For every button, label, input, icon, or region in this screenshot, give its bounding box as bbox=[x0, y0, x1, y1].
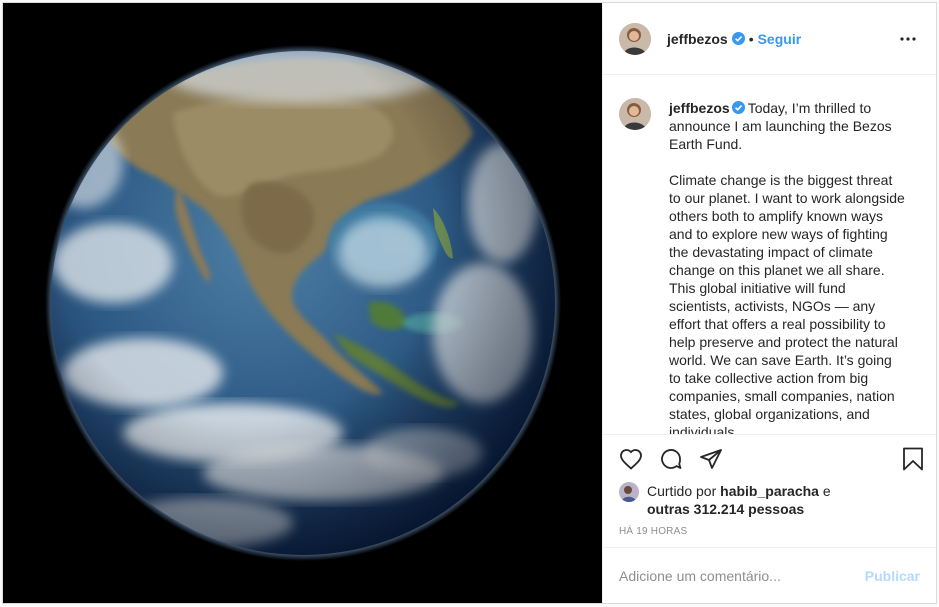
likes-others-link[interactable]: outras 312.214 pessoas bbox=[647, 501, 804, 517]
publish-button[interactable]: Publicar bbox=[865, 568, 920, 584]
heart-icon[interactable] bbox=[619, 439, 659, 479]
earth-image bbox=[3, 3, 602, 603]
verified-badge-icon bbox=[731, 32, 745, 45]
liker-avatar[interactable] bbox=[619, 482, 639, 502]
comment-icon[interactable] bbox=[659, 439, 699, 479]
post-sidebar: jeffbezos • Seguir jeffbezos Today, I’m … bbox=[602, 3, 936, 603]
caption-username[interactable]: jeffbezos bbox=[669, 100, 730, 116]
comment-input[interactable] bbox=[619, 567, 865, 584]
caption-author-avatar[interactable] bbox=[619, 98, 651, 130]
likes-prefix: Curtido por bbox=[647, 483, 717, 499]
liker-username[interactable]: habib_paracha bbox=[720, 483, 819, 499]
action-bar bbox=[603, 434, 936, 482]
share-icon[interactable] bbox=[699, 439, 739, 479]
post-container: jeffbezos • Seguir jeffbezos Today, I’m … bbox=[2, 2, 937, 604]
bookmark-icon[interactable] bbox=[898, 439, 928, 479]
post-image[interactable] bbox=[3, 3, 602, 603]
caption-body-paragraph: Climate change is the biggest threat to … bbox=[669, 172, 905, 434]
separator-dot: • bbox=[748, 30, 754, 47]
author-username[interactable]: jeffbezos bbox=[667, 31, 728, 47]
likes-summary: Curtido por habib_paracha e outras 312.2… bbox=[603, 482, 936, 518]
caption-section: jeffbezos Today, I’m thrilled to announce… bbox=[603, 75, 936, 434]
author-avatar[interactable] bbox=[619, 22, 651, 55]
post-timestamp[interactable]: Há 19 horas bbox=[603, 518, 936, 537]
caption-verified-badge-icon bbox=[731, 100, 745, 114]
caption-text: jeffbezos Today, I’m thrilled to announce… bbox=[669, 99, 905, 434]
more-options-icon[interactable] bbox=[896, 27, 920, 51]
follow-button[interactable]: Seguir bbox=[758, 31, 802, 47]
post-header: jeffbezos • Seguir bbox=[603, 3, 936, 75]
likes-and: e bbox=[822, 483, 831, 499]
comment-box: Publicar bbox=[603, 547, 936, 603]
